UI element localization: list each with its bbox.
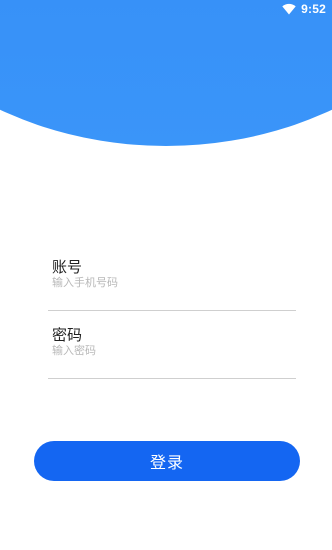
account-field: 账号 bbox=[48, 256, 296, 312]
account-divider bbox=[48, 310, 296, 311]
password-input[interactable] bbox=[52, 340, 296, 360]
password-field: 密码 bbox=[48, 324, 296, 380]
status-time: 9:52 bbox=[301, 2, 326, 16]
status-bar: 9:52 bbox=[0, 0, 332, 18]
login-button-label: 登录 bbox=[149, 453, 184, 472]
wifi-icon bbox=[282, 3, 296, 15]
password-divider bbox=[48, 378, 296, 379]
account-input[interactable] bbox=[52, 272, 296, 292]
login-button[interactable]: 登录 bbox=[34, 441, 300, 481]
login-screen: 9:52 账号 密码 登录 bbox=[0, 0, 332, 550]
header-background bbox=[0, 0, 332, 146]
